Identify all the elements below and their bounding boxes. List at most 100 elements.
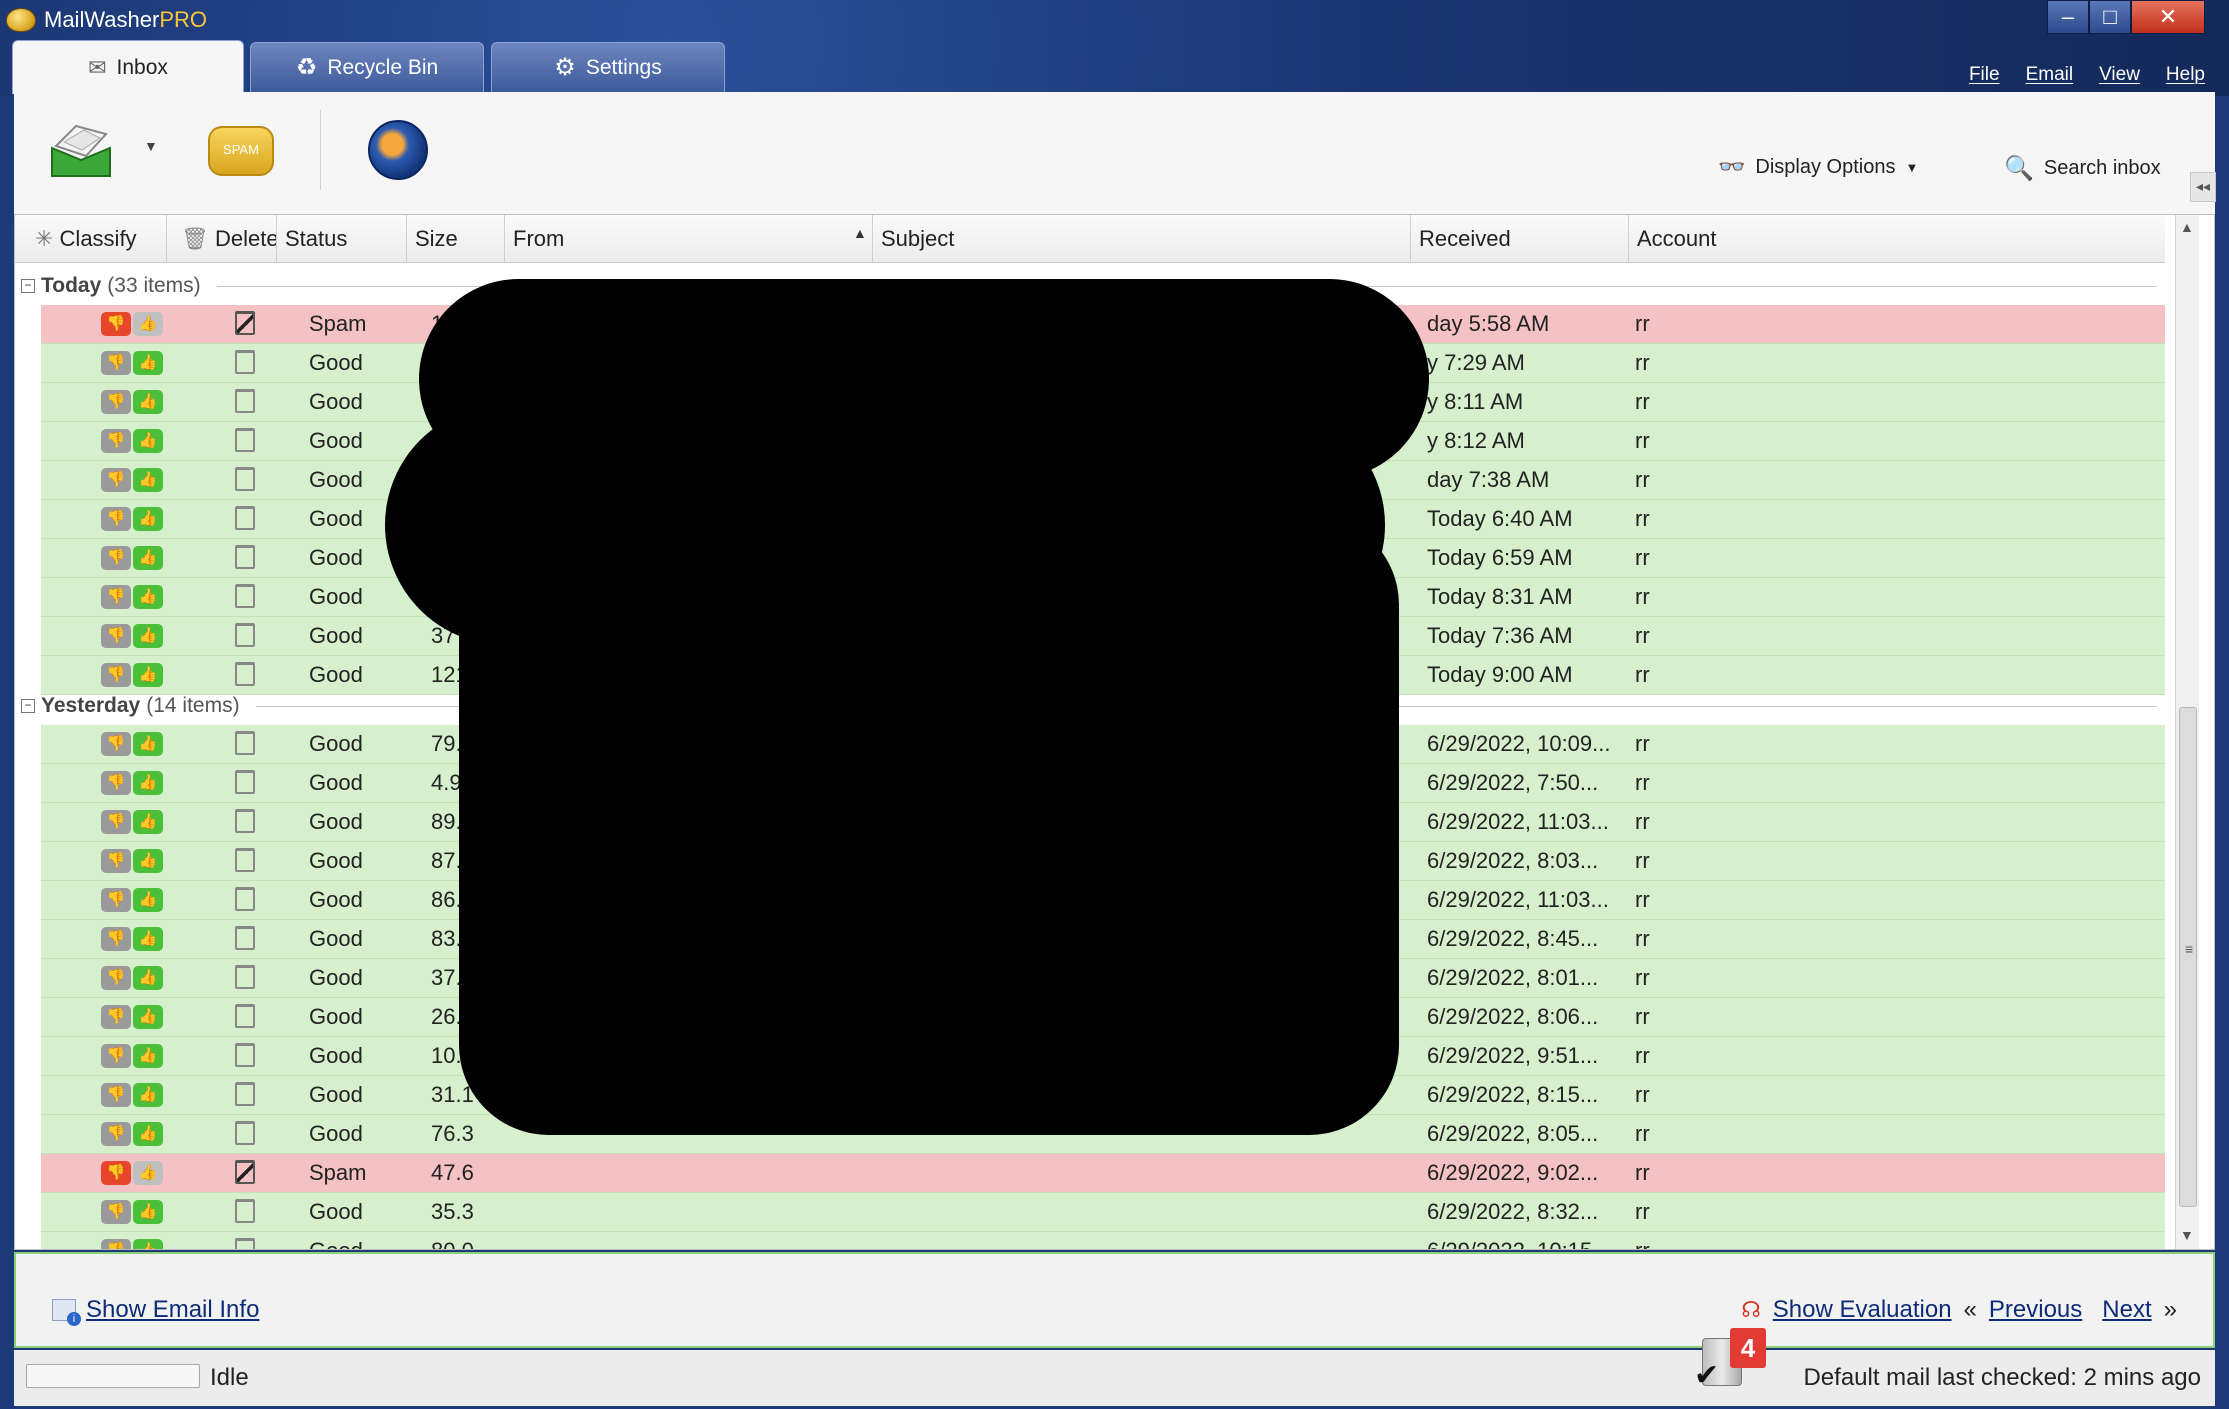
menu-file[interactable]: File bbox=[1969, 64, 2000, 90]
previous-link[interactable]: Previous bbox=[1989, 1296, 2082, 1324]
classify-buttons[interactable]: 👎👍 bbox=[101, 1122, 165, 1148]
thumbs-up-icon[interactable]: 👍 bbox=[133, 966, 163, 990]
classify-buttons[interactable]: 👎👍 bbox=[101, 927, 165, 953]
delete-checkbox[interactable] bbox=[225, 887, 265, 915]
thumbs-up-icon[interactable]: 👍 bbox=[133, 351, 163, 375]
thumbs-up-icon[interactable]: 👍 bbox=[133, 624, 163, 648]
scroll-up-icon[interactable]: ▲ bbox=[2180, 219, 2194, 235]
thumbs-down-icon[interactable]: 👎 bbox=[101, 966, 131, 990]
thumbs-down-icon[interactable]: 👎 bbox=[101, 927, 131, 951]
scroll-down-icon[interactable]: ▼ bbox=[2180, 1227, 2194, 1243]
thumbs-up-icon[interactable]: 👍 bbox=[133, 312, 163, 336]
delete-checkbox[interactable] bbox=[225, 848, 265, 876]
delete-checkbox[interactable] bbox=[225, 770, 265, 798]
thumbs-up-icon[interactable]: 👍 bbox=[133, 1122, 163, 1146]
thumbs-up-icon[interactable]: 👍 bbox=[133, 507, 163, 531]
column-from[interactable]: From bbox=[505, 215, 873, 263]
menu-email[interactable]: Email bbox=[2026, 64, 2074, 90]
delete-checkbox[interactable] bbox=[225, 1121, 265, 1149]
column-delete[interactable]: 🗑 Delete bbox=[167, 215, 277, 263]
tab-settings[interactable]: ⚙ Settings bbox=[491, 42, 725, 92]
thumbs-down-icon[interactable]: 👎 bbox=[101, 546, 131, 570]
thumbs-down-icon[interactable]: 👎 bbox=[101, 810, 131, 834]
classify-buttons[interactable]: 👎👍 bbox=[101, 351, 165, 377]
delete-checkbox[interactable] bbox=[225, 584, 265, 612]
delete-checkbox[interactable] bbox=[225, 662, 265, 690]
thumbs-up-icon[interactable]: 👍 bbox=[133, 468, 163, 492]
classify-buttons[interactable]: 👎👍 bbox=[101, 429, 165, 455]
thumbs-up-icon[interactable]: 👍 bbox=[133, 810, 163, 834]
thumbs-up-icon[interactable]: 👍 bbox=[133, 546, 163, 570]
thumbs-down-icon[interactable]: 👎 bbox=[101, 429, 131, 453]
menu-help[interactable]: Help bbox=[2166, 64, 2205, 90]
thumbs-up-icon[interactable]: 👍 bbox=[133, 1161, 163, 1185]
table-row[interactable]: 👎 👍 Spam 47.6 6/29/2022, 9:02... rr bbox=[41, 1154, 2165, 1193]
thumbs-down-icon[interactable]: 👎 bbox=[101, 624, 131, 648]
thumbs-up-icon[interactable]: 👍 bbox=[133, 1239, 163, 1249]
thumbs-up-icon[interactable]: 👍 bbox=[133, 429, 163, 453]
show-email-info[interactable]: Show Email Info bbox=[52, 1296, 259, 1326]
classify-buttons[interactable]: 👎👍 bbox=[101, 1005, 165, 1031]
delete-checkbox[interactable] bbox=[225, 809, 265, 837]
collapse-panel-button[interactable]: ◂◂ bbox=[2190, 172, 2216, 202]
column-status[interactable]: Status bbox=[277, 215, 407, 263]
thumbs-down-icon[interactable]: 👎 bbox=[101, 849, 131, 873]
delete-checkbox[interactable] bbox=[225, 1082, 265, 1110]
classify-buttons[interactable]: 👎👍 bbox=[101, 1083, 165, 1109]
classify-buttons[interactable]: 👎👍 bbox=[101, 546, 165, 572]
column-classify[interactable]: ✳ Classify bbox=[15, 215, 167, 263]
delete-checkbox[interactable] bbox=[225, 467, 265, 495]
thumbs-down-icon[interactable]: 👎 bbox=[101, 732, 131, 756]
search-inbox-button[interactable]: 🔍 Search inbox bbox=[2004, 154, 2161, 183]
thumbs-down-icon[interactable]: 👎 bbox=[101, 663, 131, 687]
classify-buttons[interactable]: 👎👍 bbox=[101, 390, 165, 416]
delete-checkbox[interactable] bbox=[225, 545, 265, 573]
delete-checkbox[interactable] bbox=[225, 926, 265, 954]
thumbs-down-icon[interactable]: 👎 bbox=[101, 507, 131, 531]
classify-buttons[interactable]: 👎👍 bbox=[101, 1161, 165, 1187]
classify-buttons[interactable]: 👎👍 bbox=[101, 624, 165, 650]
delete-checkbox[interactable] bbox=[225, 1043, 265, 1071]
classify-buttons[interactable]: 👎👍 bbox=[101, 849, 165, 875]
thumbs-up-icon[interactable]: 👍 bbox=[133, 663, 163, 687]
thumbs-up-icon[interactable]: 👍 bbox=[133, 888, 163, 912]
check-mail-icon[interactable] bbox=[46, 120, 116, 180]
classify-buttons[interactable]: 👎👍 bbox=[101, 585, 165, 611]
close-button[interactable]: ✕ bbox=[2131, 0, 2205, 34]
thumbs-down-icon[interactable]: 👎 bbox=[101, 1044, 131, 1068]
thumbs-down-icon[interactable]: 👎 bbox=[101, 468, 131, 492]
classify-buttons[interactable]: 👎👍 bbox=[101, 312, 165, 338]
table-row[interactable]: 👎👍 Good 80.0 6/29/2022, 10:15...rr bbox=[41, 1232, 2165, 1249]
thumbs-up-icon[interactable]: 👍 bbox=[133, 390, 163, 414]
classify-buttons[interactable]: 👎👍 bbox=[101, 1044, 165, 1070]
collapse-icon[interactable]: − bbox=[21, 279, 35, 293]
delete-checkbox[interactable] bbox=[225, 623, 265, 651]
thunderbird-icon[interactable] bbox=[368, 120, 428, 180]
column-received[interactable]: Received bbox=[1411, 215, 1629, 263]
thumbs-up-icon[interactable]: 👍 bbox=[133, 1083, 163, 1107]
thumbs-down-icon[interactable]: 👎 bbox=[101, 1239, 131, 1249]
classify-buttons[interactable]: 👎👍 bbox=[101, 663, 165, 689]
table-row[interactable]: 👎 👍 Good 35.3 6/29/2022, 8:32... rr bbox=[41, 1193, 2165, 1232]
thumbs-down-icon[interactable]: 👎 bbox=[101, 1122, 131, 1146]
delete-checkbox[interactable] bbox=[225, 506, 265, 534]
display-options-button[interactable]: 👓 Display Options ▼ bbox=[1718, 154, 1918, 180]
thumbs-down-icon[interactable]: 👎 bbox=[101, 771, 131, 795]
thumbs-up-icon[interactable]: 👍 bbox=[133, 1005, 163, 1029]
collapse-icon[interactable]: − bbox=[21, 699, 35, 713]
delete-checkbox[interactable] bbox=[225, 965, 265, 993]
delete-checkbox[interactable] bbox=[225, 311, 265, 339]
thumbs-up-icon[interactable]: 👍 bbox=[133, 1044, 163, 1068]
thumbs-up-icon[interactable]: 👍 bbox=[133, 732, 163, 756]
maximize-button[interactable]: □ bbox=[2089, 0, 2131, 34]
delete-checkbox[interactable] bbox=[225, 1160, 265, 1188]
thumbs-up-icon[interactable]: 👍 bbox=[133, 1200, 163, 1224]
column-subject[interactable]: Subject bbox=[873, 215, 1411, 263]
scrollbar-thumb[interactable]: ≡ bbox=[2179, 707, 2197, 1207]
thumbs-down-icon[interactable]: 👎 bbox=[101, 1161, 131, 1185]
thumbs-up-icon[interactable]: 👍 bbox=[133, 585, 163, 609]
thumbs-down-icon[interactable]: 👎 bbox=[101, 1200, 131, 1224]
tab-inbox[interactable]: ✉ Inbox bbox=[12, 40, 244, 94]
classify-buttons[interactable]: 👎👍 bbox=[101, 1239, 165, 1249]
minimize-button[interactable]: – bbox=[2047, 0, 2089, 34]
